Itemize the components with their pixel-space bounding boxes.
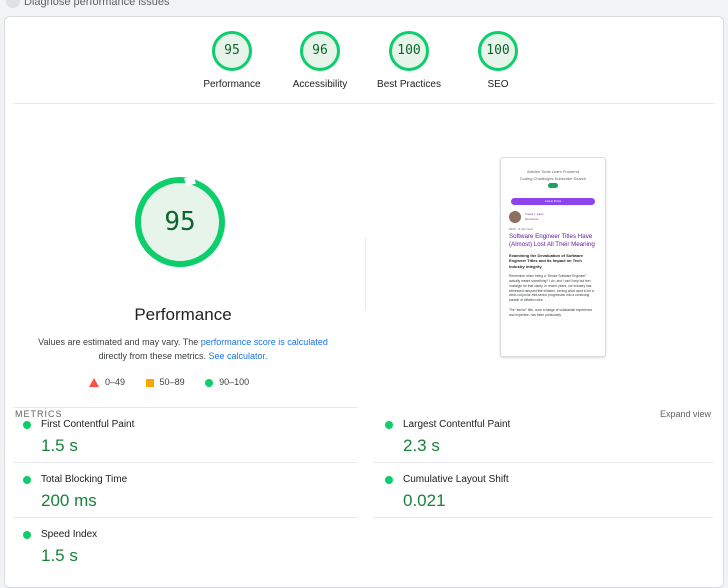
gauge-label: SEO [487,79,509,90]
thumb-nav-row-1: Articles Tools Learn Frontend [527,169,579,174]
page-screenshot-thumbnail[interactable]: Articles Tools Learn Frontend Coding Cha… [500,157,606,357]
performance-title: Performance [134,305,232,324]
gauge-ring: 96 [300,31,340,71]
gauge-gap [184,175,196,187]
pass-dot-icon [23,421,31,429]
desc-text: Values are estimated and may vary. The [38,337,201,347]
metric-label: Total Blocking Time [41,474,128,485]
legend-fail: 0–49 [89,377,126,388]
pass-dot-icon [23,476,31,484]
gauge-seo[interactable]: 100 SEO [453,31,543,90]
desc-text-2: directly from these metrics. [98,351,209,361]
metric-label: Cumulative Layout Shift [403,474,509,485]
thumb-date: 2024 · 5 min read [509,227,533,231]
vertical-divider [365,237,366,309]
performance-description: Values are estimated and may vary. The p… [25,335,341,363]
circle-icon [205,378,214,387]
thumb-banner: Latest Posts [511,198,595,205]
pass-dot-icon [385,476,393,484]
avatar [6,0,20,8]
metric-value: 1.5 s [41,436,78,455]
breadcrumb: Diagnose performance issues [24,0,170,8]
divider [13,103,715,104]
thumb-body-2: The "senior" title, once a badge of subs… [509,308,593,317]
square-icon [145,378,154,387]
metric-label: Speed Index [41,529,98,540]
performance-score: 95 [164,207,196,237]
metrics-heading: METRICS [15,409,63,419]
score-legend: 0–49 50–89 90–100 [89,377,267,388]
gauge-label: Best Practices [377,79,441,90]
gauge-ring: 100 [478,31,518,71]
see-calculator-link[interactable]: See calculator. [208,351,267,361]
thumb-author: Trevor I. Lasn Developer [509,211,597,225]
performance-score-gauge: 95 [135,175,225,267]
thumb-subtitle: Examining the Devaluation of Software En… [509,253,584,269]
metric-divider [13,517,357,518]
gauge-score: 100 [486,43,510,58]
thumb-nav: Articles Tools Learn Frontend Coding Cha… [501,168,605,182]
gauge-label: Performance [203,79,261,90]
metric-value: 1.5 s [41,546,78,565]
report-card: 95 Performance 96 Accessibility 100 Best… [4,16,724,588]
theme-toggle [548,183,558,188]
author-name: Trevor I. Lasn [525,212,544,216]
legend-pass: 90–100 [205,377,249,387]
gauge-score: 100 [397,43,421,58]
thumb-nav-row-2: Coding Challenges Subscribe Search [519,176,587,181]
expand-view-toggle[interactable]: Expand view [660,409,711,419]
score-gauges: 95 Performance 96 Accessibility 100 Best… [5,31,723,111]
metric-divider [373,517,713,518]
gauge-accessibility[interactable]: 96 Accessibility [275,31,365,90]
author-avatar [509,211,521,223]
legend-average-label: 50–89 [159,377,185,387]
pass-dot-icon [385,421,393,429]
legend-fail-label: 0–49 [105,377,126,387]
gauge-ring: 100 [389,31,429,71]
triangle-icon [89,378,99,388]
metric-divider [373,462,713,463]
legend-pass-label: 90–100 [219,377,250,387]
gauge-score: 96 [312,43,328,58]
gauge-ring: 95 [212,31,252,71]
gauge-score: 95 [224,43,240,58]
metrics-divider [13,407,357,408]
metric-value: 2.3 s [403,436,440,455]
pass-dot-icon [23,531,31,539]
metric-value: 200 ms [41,491,97,510]
metric-value: 0.021 [403,491,446,510]
gauge-label: Accessibility [292,79,348,90]
metric-label: Largest Contentful Paint [403,419,511,430]
metric-label: First Contentful Paint [41,419,135,430]
legend-average: 50–89 [145,377,185,387]
score-calculated-link[interactable]: performance score is calculated [201,337,328,347]
top-bar: Diagnose performance issues [0,0,728,14]
gauge-best-practices[interactable]: 100 Best Practices [364,31,454,90]
thumb-body-1: Remember when being a "Senior Software E… [509,274,594,303]
thumb-article-title: Software Engineer Titles Have (Almost) L… [509,233,595,248]
gauge-performance[interactable]: 95 Performance [187,31,277,90]
metric-divider [13,462,357,463]
author-role: Developer [525,217,539,221]
